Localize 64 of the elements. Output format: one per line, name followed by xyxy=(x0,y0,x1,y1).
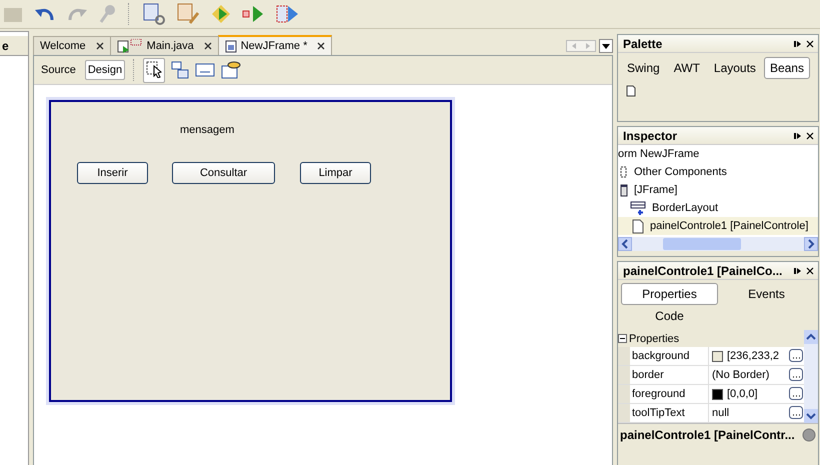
property-value: null xyxy=(712,407,730,419)
view-toggle[interactable]: Design xyxy=(84,60,126,80)
palette-tab[interactable]: Beans xyxy=(764,57,810,79)
section-title: Properties xyxy=(629,332,680,344)
frame-icon xyxy=(620,184,628,196)
palette-tab[interactable]: Layouts xyxy=(708,57,762,79)
tree-node[interactable]: BorderLayout xyxy=(652,202,718,214)
form-button[interactable]: Limpar xyxy=(300,162,371,184)
close-icon[interactable] xyxy=(204,42,212,50)
property-value: [0,0,0] xyxy=(727,388,758,400)
dropdown-icon[interactable] xyxy=(599,39,613,53)
connection-icon[interactable] xyxy=(171,61,190,79)
preview-icon[interactable] xyxy=(221,61,242,79)
minimize-icon[interactable] xyxy=(794,266,802,274)
horizontal-scrollbar[interactable] xyxy=(618,237,818,251)
form-button[interactable]: Inserir xyxy=(77,162,148,184)
property-value: (No Border) xyxy=(712,369,770,381)
properties-tab[interactable]: Code xyxy=(621,305,718,327)
property-name: foreground xyxy=(632,388,686,400)
close-icon[interactable] xyxy=(806,266,814,274)
panel-title: Inspector xyxy=(623,128,678,142)
properties-tab[interactable]: Properties xyxy=(621,283,718,305)
panel-title: painelControle1 [PainelCo... xyxy=(623,264,784,278)
collapse-icon[interactable] xyxy=(618,334,627,343)
ellipsis-button[interactable] xyxy=(789,368,803,381)
palette-tab[interactable]: AWT xyxy=(668,57,706,79)
document-icon xyxy=(632,218,644,234)
property-value: [236,233,2 xyxy=(727,350,779,362)
palette-tab[interactable]: Swing xyxy=(621,57,666,79)
close-icon[interactable] xyxy=(317,42,326,50)
panel-title: e xyxy=(2,38,9,52)
panel-title: Palette xyxy=(623,36,664,50)
ellipsis-button[interactable] xyxy=(789,387,803,400)
form-button[interactable]: Consultar xyxy=(172,162,275,184)
bean-icon[interactable] xyxy=(626,85,636,97)
property-name: toolTipText xyxy=(632,407,685,419)
editor-tab[interactable]: Welcome xyxy=(33,36,111,55)
editor-tab[interactable]: Main.java xyxy=(110,36,219,55)
help-icon[interactable] xyxy=(802,428,816,442)
tree-node[interactable]: Other Components xyxy=(634,166,727,178)
java-file-icon xyxy=(116,39,143,53)
window-icon[interactable] xyxy=(195,61,216,79)
form-icon xyxy=(224,40,237,52)
help-title: painelControle1 [PainelContr... xyxy=(620,428,796,442)
selection-icon[interactable] xyxy=(145,60,164,78)
properties-tab[interactable]: Events xyxy=(718,283,815,305)
minimize-icon[interactable] xyxy=(794,132,802,140)
editor-tab[interactable]: NewJFrame * xyxy=(218,35,332,55)
ellipsis-button[interactable] xyxy=(789,406,803,419)
property-name: border xyxy=(632,369,664,381)
layout-icon xyxy=(630,201,646,215)
ellipsis-button[interactable] xyxy=(789,349,803,362)
tree-node[interactable]: [JFrame] xyxy=(634,184,678,196)
run-icon[interactable] xyxy=(210,3,232,25)
form-label: mensagem xyxy=(180,124,234,136)
close-icon[interactable] xyxy=(806,40,814,48)
minimize-icon[interactable] xyxy=(794,40,802,48)
view-toggle[interactable]: Source xyxy=(38,60,79,80)
close-icon[interactable] xyxy=(96,42,104,50)
tree-node[interactable]: orm NewJFrame xyxy=(618,148,700,160)
close-icon[interactable] xyxy=(806,132,814,140)
scroll-down-icon[interactable] xyxy=(804,409,818,423)
scroll-up-icon[interactable] xyxy=(804,330,818,344)
property-name: background xyxy=(632,350,690,362)
